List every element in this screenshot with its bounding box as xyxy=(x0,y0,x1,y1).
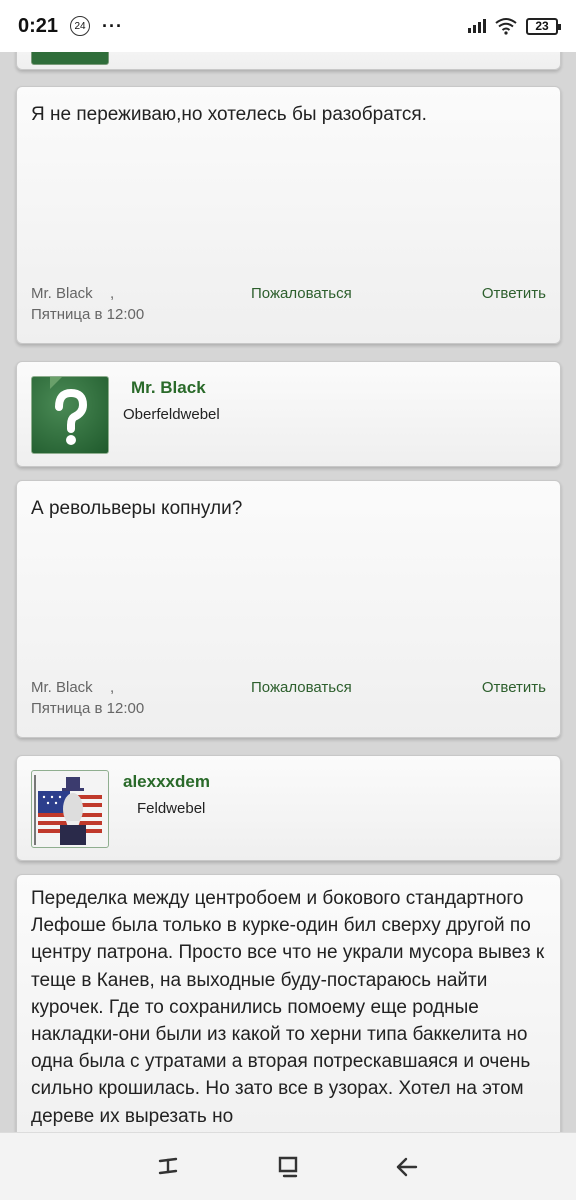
message-feed[interactable]: Я не переживаю,но хотелесь бы разобратся… xyxy=(0,52,576,1132)
post-text: Переделка между центробоем и бокового ст… xyxy=(31,888,545,1127)
user-card[interactable]: Mr. Black Oberfeldwebel xyxy=(16,361,561,467)
post-text: А револьверы копнули? xyxy=(31,498,243,519)
post-footer: Mr. Black , Пятница в 12:00 Пожаловаться… xyxy=(31,285,546,329)
post-footer: Mr. Black , Пятница в 12:00 Пожаловаться… xyxy=(31,679,546,723)
report-link[interactable]: Пожаловаться xyxy=(251,679,352,696)
reply-link[interactable]: Ответить xyxy=(482,285,546,302)
signal-icon xyxy=(468,19,486,33)
report-link[interactable]: Пожаловаться xyxy=(251,285,352,302)
reply-link[interactable]: Ответить xyxy=(482,679,546,696)
status-bar: 0:21 24 ··· 23 xyxy=(0,0,576,52)
more-notifications-icon: ··· xyxy=(102,15,124,36)
uncle-sam-flag-avatar[interactable] xyxy=(31,770,109,848)
post-date: Пятница в 12:00 xyxy=(31,700,145,717)
back-icon[interactable] xyxy=(388,1149,424,1185)
user-card-partial xyxy=(16,52,561,70)
home-icon[interactable] xyxy=(270,1149,306,1185)
author-separator: , xyxy=(110,285,115,302)
post-author[interactable]: Mr. Black xyxy=(31,285,93,302)
user-name[interactable]: alexxxdem xyxy=(123,772,210,792)
user-card[interactable]: alexxxdem Feldwebel xyxy=(16,755,561,861)
post-text: Я не переживаю,но хотелесь бы разобратся… xyxy=(31,104,427,125)
recent-apps-icon[interactable] xyxy=(150,1149,186,1185)
post-card: Переделка между центробоем и бокового ст… xyxy=(16,874,561,1132)
wifi-icon xyxy=(495,18,517,35)
status-time: 0:21 xyxy=(18,14,59,37)
notification-count-badge: 24 xyxy=(70,16,91,36)
avatar xyxy=(31,52,109,65)
battery-icon: 23 xyxy=(526,17,561,35)
user-rank: Feldwebel xyxy=(137,800,206,817)
post-card: А револьверы копнули? Mr. Black , Пятниц… xyxy=(16,480,561,738)
system-navigation-bar xyxy=(0,1132,576,1200)
post-author[interactable]: Mr. Black xyxy=(31,679,93,696)
post-date: Пятница в 12:00 xyxy=(31,306,145,323)
user-rank: Oberfeldwebel xyxy=(123,406,220,423)
author-separator: , xyxy=(110,679,115,696)
post-card: Я не переживаю,но хотелесь бы разобратся… xyxy=(16,86,561,344)
question-mark-icon[interactable] xyxy=(31,376,109,454)
status-icons: 23 xyxy=(468,17,561,35)
user-name[interactable]: Mr. Black xyxy=(131,378,206,398)
